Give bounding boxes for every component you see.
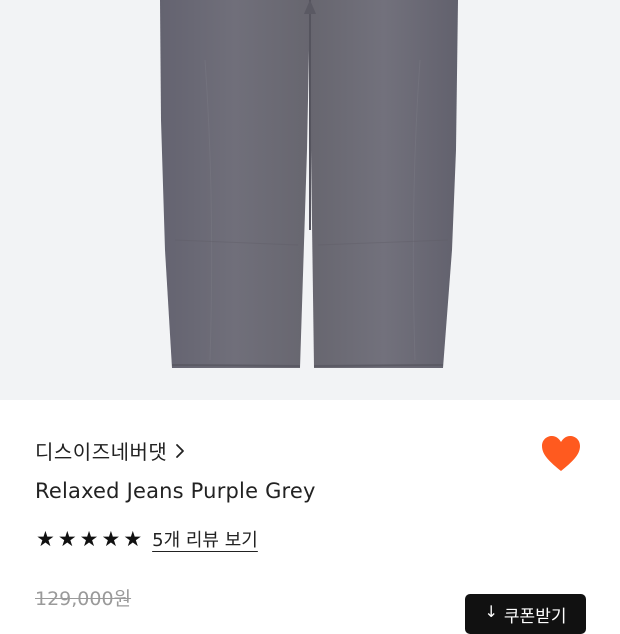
- star-icon: ★: [36, 526, 55, 551]
- coupon-button-label: 쿠폰받기: [503, 607, 567, 627]
- star-icon: ★: [101, 526, 121, 551]
- heart-icon[interactable]: [540, 434, 582, 474]
- rating-row: ★ ★ ★ ★ ★ 5개 리뷰 보기: [36, 526, 258, 552]
- jeans-illustration: [160, 0, 458, 368]
- product-name: Relaxed Jeans Purple Grey: [35, 479, 316, 503]
- star-icon: ★: [57, 526, 77, 551]
- download-arrow-icon: ↓: [484, 602, 498, 621]
- chevron-right-icon: [176, 443, 185, 458]
- product-image: [0, 0, 620, 400]
- brand-name: 디스이즈네버댓: [35, 440, 168, 464]
- star-icon: ★: [79, 526, 99, 551]
- original-price: 129,000원: [35, 588, 132, 610]
- star-icon: ★: [123, 526, 143, 551]
- review-link[interactable]: 5개 리뷰 보기: [152, 526, 258, 552]
- brand-link[interactable]: 디스이즈네버댓: [35, 436, 185, 465]
- coupon-button[interactable]: ↓ 쿠폰받기: [465, 594, 586, 634]
- star-rating: ★ ★ ★ ★ ★: [36, 526, 143, 551]
